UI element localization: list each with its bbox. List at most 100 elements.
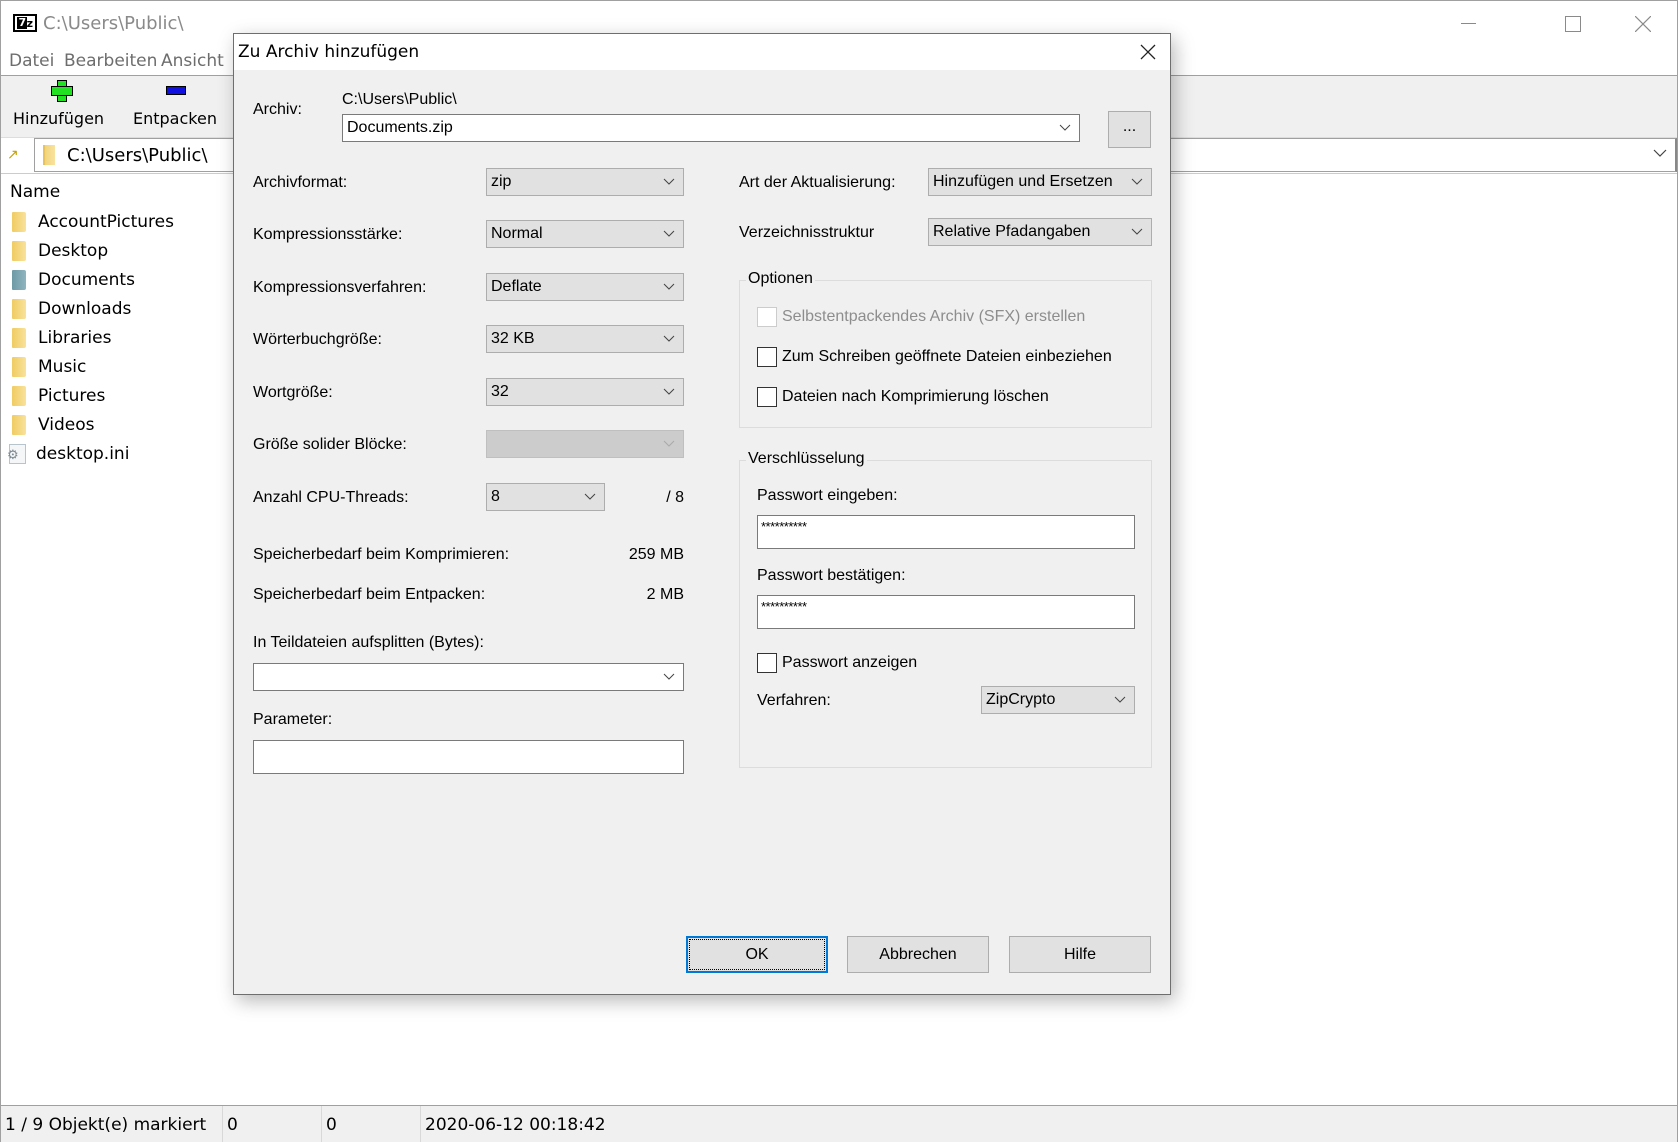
list-item[interactable]: Pictures bbox=[9, 381, 105, 410]
browse-button[interactable]: ... bbox=[1108, 111, 1151, 148]
item-name: AccountPictures bbox=[38, 211, 174, 232]
dialog-title-bar: Zu Archiv hinzufügen bbox=[234, 34, 1170, 70]
enc-method-value: ZipCrypto bbox=[986, 691, 1056, 708]
paths-value: Relative Pfadangaben bbox=[933, 223, 1091, 240]
format-label: Archivformat: bbox=[253, 174, 348, 191]
close-icon[interactable] bbox=[1138, 42, 1158, 62]
mem-extract-value: 2 MB bbox=[646, 586, 684, 603]
dict-label: Wörterbuchgröße: bbox=[253, 331, 382, 348]
item-name: Pictures bbox=[38, 385, 106, 406]
delete-after-label[interactable]: Dateien nach Komprimierung löschen bbox=[782, 388, 1049, 406]
dialog-title: Zu Archiv hinzufügen bbox=[238, 42, 420, 62]
list-item[interactable]: AccountPictures bbox=[9, 207, 174, 236]
list-item[interactable]: Music bbox=[9, 352, 86, 381]
status-selection: 1 / 9 Objekt(e) markiert bbox=[1, 1106, 223, 1142]
folder-icon bbox=[12, 240, 26, 261]
help-button[interactable]: Hilfe bbox=[1009, 936, 1151, 973]
paths-select[interactable]: Relative Pfadangaben bbox=[928, 218, 1152, 246]
close-window-button[interactable] bbox=[1608, 1, 1678, 47]
list-item[interactable]: Documents bbox=[9, 265, 135, 294]
level-value: Normal bbox=[491, 225, 543, 242]
add-label: Hinzufügen bbox=[13, 109, 105, 128]
minus-icon bbox=[165, 86, 186, 95]
add-button[interactable]: Hinzufügen bbox=[13, 80, 108, 128]
params-input[interactable] bbox=[253, 740, 684, 774]
ok-button[interactable]: OK bbox=[686, 936, 828, 973]
folder-icon bbox=[12, 211, 26, 232]
threads-select[interactable]: 8 bbox=[486, 483, 605, 511]
shared-files-checkbox[interactable] bbox=[757, 347, 777, 367]
options-title: Optionen bbox=[746, 270, 815, 288]
chevron-down-icon bbox=[1131, 178, 1143, 185]
password-label: Passwort eingeben: bbox=[757, 487, 898, 504]
maximize-button[interactable] bbox=[1537, 1, 1607, 47]
status-bar: 1 / 9 Objekt(e) markiert 0 0 2020-06-12 … bbox=[1, 1105, 1677, 1142]
chevron-down-icon bbox=[663, 335, 675, 342]
folder-icon bbox=[12, 414, 26, 435]
archive-label: Archiv: bbox=[253, 101, 302, 118]
list-item[interactable]: Desktop bbox=[9, 236, 108, 265]
folder-up-icon[interactable]: ↗ bbox=[7, 146, 19, 163]
plus-icon bbox=[50, 80, 73, 102]
chevron-down-icon bbox=[663, 673, 675, 680]
word-label: Wortgröße: bbox=[253, 384, 333, 401]
split-combo[interactable] bbox=[253, 663, 684, 691]
archive-path: C:\Users\Public\ bbox=[342, 91, 457, 108]
sfx-label: Selbstentpackendes Archiv (SFX) erstelle… bbox=[782, 308, 1086, 325]
delete-after-checkbox[interactable] bbox=[757, 387, 777, 407]
params-label: Parameter: bbox=[253, 711, 333, 728]
list-item[interactable]: Libraries bbox=[9, 323, 111, 352]
chevron-down-icon bbox=[663, 283, 675, 290]
item-name: Videos bbox=[38, 414, 95, 435]
menu-ansicht[interactable]: Ansicht bbox=[161, 51, 224, 71]
mem-compress-value: 259 MB bbox=[628, 546, 684, 563]
level-select[interactable]: Normal bbox=[486, 220, 684, 248]
update-select[interactable]: Hinzufügen und Ersetzen bbox=[928, 168, 1152, 196]
password-confirm-input[interactable]: ********** bbox=[757, 595, 1135, 629]
chevron-down-icon bbox=[663, 230, 675, 237]
menu-datei[interactable]: Datei bbox=[9, 51, 54, 71]
item-name: Desktop bbox=[38, 240, 109, 261]
cancel-button[interactable]: Abbrechen bbox=[847, 936, 989, 973]
chevron-down-icon bbox=[1131, 228, 1143, 235]
method-select[interactable]: Deflate bbox=[486, 273, 684, 301]
solid-label: Größe solider Blöcke: bbox=[253, 436, 407, 453]
folder-icon bbox=[12, 327, 26, 348]
enc-method-select[interactable]: ZipCrypto bbox=[981, 686, 1135, 714]
dict-select[interactable]: 32 KB bbox=[486, 325, 684, 353]
word-select[interactable]: 32 bbox=[486, 378, 684, 406]
column-header-name[interactable]: Name bbox=[10, 182, 60, 202]
archive-name-combo[interactable]: Documents.zip bbox=[342, 114, 1080, 142]
status-packed-size: 0 bbox=[322, 1106, 421, 1142]
chevron-down-icon bbox=[1114, 696, 1126, 703]
folder-icon bbox=[43, 145, 55, 165]
method-label: Kompressionsverfahren: bbox=[253, 279, 427, 296]
format-value: zip bbox=[491, 173, 512, 190]
encryption-group: Verschlüsselung Passwort eingeben: *****… bbox=[739, 450, 1152, 768]
format-select[interactable]: zip bbox=[486, 168, 684, 196]
minimize-button[interactable] bbox=[1433, 1, 1503, 47]
chevron-down-icon bbox=[663, 388, 675, 395]
dict-value: 32 KB bbox=[491, 330, 535, 347]
show-password-checkbox[interactable] bbox=[757, 653, 777, 673]
7zip-logo-icon: 7z bbox=[13, 14, 37, 32]
chevron-down-icon[interactable] bbox=[1653, 148, 1667, 158]
shared-files-label[interactable]: Zum Schreiben geöffnete Dateien einbezie… bbox=[782, 348, 1112, 366]
show-password-label[interactable]: Passwort anzeigen bbox=[782, 654, 917, 672]
close-icon bbox=[1635, 16, 1651, 32]
update-label: Art der Aktualisierung: bbox=[739, 174, 896, 191]
extract-button[interactable]: Entpacken bbox=[133, 80, 218, 128]
list-item[interactable]: Downloads bbox=[9, 294, 131, 323]
list-item[interactable]: Videos bbox=[9, 410, 95, 439]
split-label: In Teildateien aufsplitten (Bytes): bbox=[253, 634, 484, 651]
method-value: Deflate bbox=[491, 278, 542, 295]
encryption-title: Verschlüsselung bbox=[746, 450, 867, 468]
menu-bearbeiten[interactable]: Bearbeiten bbox=[64, 51, 157, 71]
item-name: Documents bbox=[38, 269, 135, 290]
password-input[interactable]: ********** bbox=[757, 515, 1135, 549]
archive-name-value: Documents.zip bbox=[347, 119, 453, 136]
enc-method-label: Verfahren: bbox=[757, 692, 831, 709]
paths-label: Verzeichnisstruktur bbox=[739, 224, 875, 241]
list-item[interactable]: desktop.ini bbox=[7, 439, 129, 468]
mem-extract-label: Speicherbedarf beim Entpacken: bbox=[253, 586, 486, 603]
